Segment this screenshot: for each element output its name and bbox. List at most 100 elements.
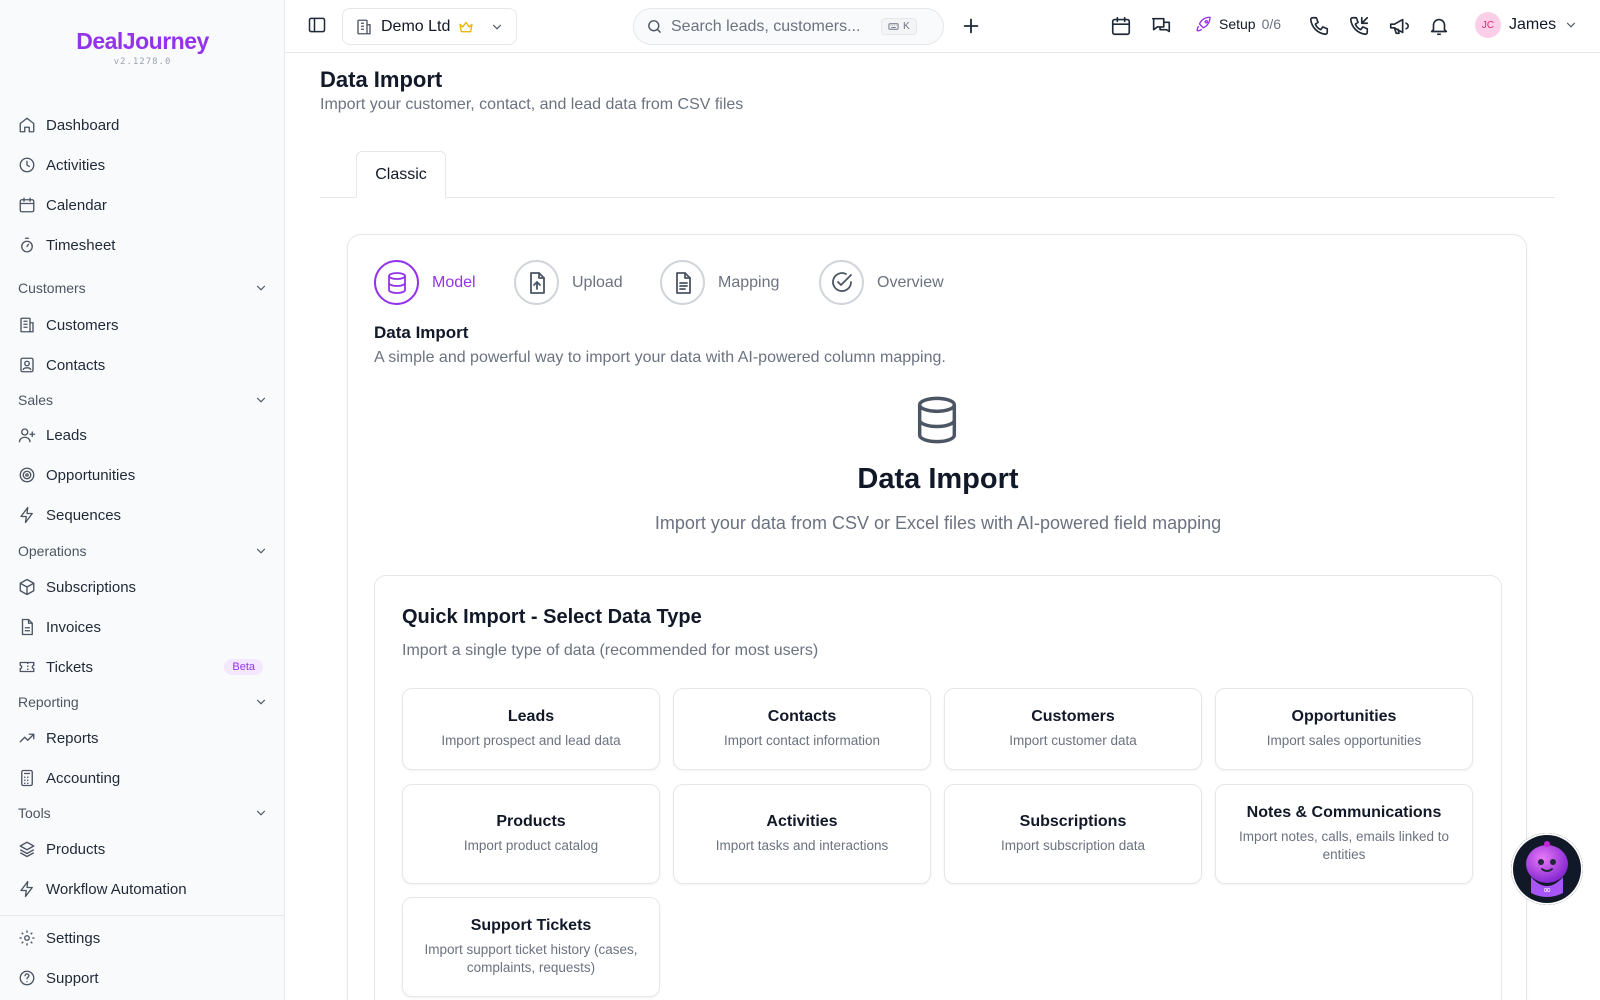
- messages-button[interactable]: [1150, 15, 1172, 37]
- import-tile-subscriptions[interactable]: Subscriptions Import subscription data: [944, 784, 1202, 884]
- hero-title: Data Import: [857, 463, 1019, 495]
- add-button[interactable]: [960, 15, 982, 37]
- search-icon: [648, 20, 661, 33]
- sidebar-item-leads[interactable]: Leads: [10, 418, 275, 452]
- step-circle: [660, 260, 705, 305]
- tile-title: Notes & Communications: [1246, 804, 1442, 821]
- sidebar-item-dashboard[interactable]: Dashboard: [10, 108, 275, 142]
- announcements-button[interactable]: [1388, 15, 1410, 37]
- step-upload[interactable]: Upload: [514, 260, 623, 305]
- quick-import-panel: Quick Import - Select Data Type Import a…: [374, 575, 1502, 1000]
- section-description: A simple and powerful way to import your…: [374, 349, 946, 366]
- sidebar-item-invoices[interactable]: Invoices: [10, 610, 275, 644]
- calendar-button[interactable]: [1110, 15, 1132, 37]
- quick-import-subtitle: Import a single type of data (recommende…: [402, 642, 819, 659]
- contact-icon: [20, 357, 34, 373]
- assistant-mascot-icon: ∞: [1511, 833, 1583, 905]
- tile-title: Contacts: [767, 708, 837, 725]
- sidebar-item-support[interactable]: Support: [10, 961, 275, 995]
- import-tile-opportunities[interactable]: Opportunities Import sales opportunities: [1215, 688, 1473, 770]
- assistant-launcher-button[interactable]: ∞: [1511, 833, 1583, 905]
- sidebar-item-label: Timesheet: [46, 236, 116, 254]
- sidebar-section-reporting[interactable]: Reporting: [18, 691, 268, 713]
- sidebar-item-label: Settings: [46, 929, 101, 947]
- tile-description: Import support ticket history (cases, co…: [424, 942, 638, 975]
- chevron-down-icon: [1567, 22, 1576, 28]
- global-search[interactable]: K: [633, 8, 944, 45]
- quick-import-title: Quick Import - Select Data Type: [402, 606, 702, 628]
- tile-title: Leads: [507, 708, 555, 725]
- sidebar-item-contacts[interactable]: Contacts: [10, 348, 275, 382]
- sidebar-item-reports[interactable]: Reports: [10, 721, 275, 755]
- sidebar-item-label: Subscriptions: [46, 578, 137, 596]
- sidebar-item-subscriptions[interactable]: Subscriptions: [10, 570, 275, 604]
- chevron-down-icon: [256, 397, 266, 403]
- toggle-sidebar-button[interactable]: [307, 15, 327, 35]
- hero-subtitle: Import your data from CSV or Excel files…: [654, 513, 1222, 533]
- chevron-down-icon: [492, 24, 502, 30]
- step-label: Upload: [572, 273, 623, 291]
- ticket-icon: [19, 661, 35, 673]
- database-icon: [917, 396, 957, 444]
- call-log-button[interactable]: [1348, 15, 1370, 37]
- setup-progress[interactable]: Setup 0/6: [1195, 15, 1281, 33]
- import-tile-notes-communications[interactable]: Notes & Communications Import notes, cal…: [1215, 784, 1473, 884]
- sidebar-item-label: Support: [46, 969, 99, 987]
- step-mapping[interactable]: Mapping: [660, 260, 779, 305]
- user-plus-icon: [18, 428, 36, 443]
- sidebar-item-products[interactable]: Products: [10, 832, 275, 866]
- sidebar-item-label: Opportunities: [46, 466, 136, 484]
- calculator-icon: [21, 769, 33, 787]
- step-overview[interactable]: Overview: [819, 260, 944, 305]
- sidebar-item-settings[interactable]: Settings: [10, 921, 275, 955]
- sidebar-item-label: Invoices: [46, 618, 102, 636]
- sidebar-divider: [0, 915, 285, 916]
- sidebar-item-workflow-automation[interactable]: Workflow Automation: [10, 872, 275, 906]
- step-model[interactable]: Model: [374, 260, 476, 305]
- notifications-button[interactable]: [1428, 15, 1450, 37]
- tile-description: Import sales opportunities: [1266, 733, 1422, 748]
- sidebar-item-tickets[interactable]: Tickets Beta: [10, 650, 275, 684]
- sidebar-item-sequences[interactable]: Sequences: [10, 498, 275, 532]
- company-switcher[interactable]: Demo Ltd: [342, 8, 517, 45]
- tab-classic[interactable]: Classic: [356, 151, 446, 198]
- import-tile-customers[interactable]: Customers Import customer data: [944, 688, 1202, 770]
- check-circle-icon: [831, 271, 852, 292]
- calendar-icon: [19, 197, 35, 213]
- import-tile-contacts[interactable]: Contacts Import contact information: [673, 688, 931, 770]
- sidebar-item-label: Workflow Automation: [46, 880, 187, 898]
- sidebar-item-accounting[interactable]: Accounting: [10, 761, 275, 795]
- import-tile-support-tickets[interactable]: Support Tickets Import support ticket hi…: [402, 897, 660, 997]
- sidebar-item-label: Calendar: [46, 196, 107, 214]
- sidebar-section-operations[interactable]: Operations: [18, 540, 268, 562]
- clock-icon: [19, 157, 35, 173]
- section-label: Customers: [18, 280, 86, 296]
- help-icon: [19, 970, 35, 986]
- sidebar-section-tools[interactable]: Tools: [18, 802, 268, 824]
- shortcut-key: K: [903, 21, 910, 32]
- chevron-down-icon: [256, 699, 266, 705]
- crown-icon: [459, 21, 474, 32]
- phone-button[interactable]: [1308, 15, 1330, 37]
- sidebar-item-customers[interactable]: Customers: [10, 308, 275, 342]
- sidebar-item-opportunities[interactable]: Opportunities: [10, 458, 275, 492]
- sidebar-toggle-icon: [308, 17, 326, 33]
- sidebar-item-calendar[interactable]: Calendar: [10, 188, 275, 222]
- sidebar-item-activities[interactable]: Activities: [10, 148, 275, 182]
- sidebar-section-sales[interactable]: Sales: [18, 389, 268, 411]
- import-tile-products[interactable]: Products Import product catalog: [402, 784, 660, 884]
- search-input[interactable]: [671, 17, 881, 36]
- tile-title: Subscriptions: [1019, 813, 1127, 830]
- sidebar-item-timesheet[interactable]: Timesheet: [10, 228, 275, 262]
- calendar-icon: [1111, 16, 1131, 36]
- step-label: Mapping: [718, 273, 780, 291]
- logo[interactable]: DealJourney v2.1278.0: [0, 28, 285, 67]
- sidebar-item-label: Products: [46, 840, 106, 858]
- import-tile-activities[interactable]: Activities Import tasks and interactions: [673, 784, 931, 884]
- phone-incoming-icon: [1349, 16, 1369, 36]
- user-menu[interactable]: JC James: [1475, 12, 1578, 38]
- import-tile-leads[interactable]: Leads Import prospect and lead data: [402, 688, 660, 770]
- sidebar-section-customers[interactable]: Customers: [18, 277, 268, 299]
- plus-icon: [963, 18, 979, 34]
- target-icon: [19, 467, 35, 483]
